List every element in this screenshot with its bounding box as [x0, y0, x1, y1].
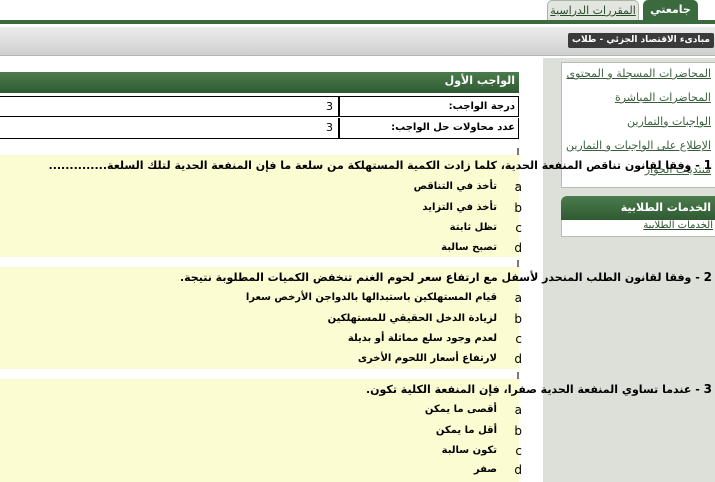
option-letter: d [514, 352, 522, 366]
question-separator [0, 148, 519, 155]
question-text-3: 3 - عندما تساوي المنفعة الحدية صفرا، فإن… [366, 382, 712, 396]
attempts-label: عدد محاولات حل الواجب: [391, 122, 515, 133]
option-2b[interactable]: لزيادة الدخل الحقيقي للمستهلكين [328, 313, 497, 324]
option-letter: a [514, 403, 522, 417]
question-number: 2 [703, 270, 712, 284]
question-text: - وفقا لقانون الطلب المنحدر لأسفل مع ارت… [179, 271, 700, 284]
option-letter: c [515, 332, 522, 346]
tab-my-university[interactable]: جامعتي [643, 0, 698, 20]
student-services-link[interactable]: الخدمات الطلابية [643, 220, 713, 231]
grade-row: درجة الواجب: 3 [0, 96, 519, 117]
option-letter: a [514, 291, 522, 305]
row-divider [338, 118, 340, 138]
question-text-2: 2 - وفقا لقانون الطلب المنحدر لأسفل مع ا… [180, 270, 712, 284]
option-1b[interactable]: تأخذ في التزايد [422, 202, 497, 213]
option-1a[interactable]: تأخذ في التناقص [414, 181, 497, 192]
sidebar-item-recorded-lectures[interactable]: المحاضرات المسجلة و المحتوى [566, 67, 711, 80]
row-border [518, 118, 519, 138]
breadcrumb[interactable]: مبادىء الاقتصاد الجزئي - طلاب [568, 33, 714, 48]
grade-label: درجة الواجب: [448, 101, 515, 112]
question-separator [0, 372, 519, 379]
separator-mark [517, 372, 519, 379]
separator-mark [517, 260, 519, 267]
option-letter: b [514, 312, 522, 326]
option-letter: b [514, 424, 522, 438]
option-2a[interactable]: قيام المستهلكين باستبدالها بالدواجن الأر… [246, 292, 497, 303]
option-letter: c [515, 221, 522, 235]
grade-value: 3 [326, 100, 333, 113]
option-1c[interactable]: تظل ثابتة [450, 222, 497, 233]
sidebar-item-view-assignments[interactable]: الإطلاع على الواجبات و التمارين [566, 139, 711, 152]
row-divider [338, 97, 340, 116]
question-text-1: 1 - وفقا لقانون تناقص المنفعة الحدية، كل… [49, 158, 712, 172]
assignment-title: الواجب الأول [444, 74, 515, 87]
option-3a[interactable]: أقصى ما يمكن [425, 404, 497, 415]
question-number: 3 [703, 382, 712, 396]
option-dash: - [515, 180, 519, 191]
attempts-value: 3 [326, 121, 333, 134]
option-3b[interactable]: أقل ما يمكن [436, 425, 497, 436]
option-3d[interactable]: صفر [474, 464, 497, 475]
sidebar-item-assignments[interactable]: الواجبات والتمارين [627, 115, 711, 128]
option-3c[interactable]: تكون سالبة [442, 445, 497, 456]
tab-courses[interactable]: المقررات الدراسية [547, 0, 639, 20]
question-separator [0, 260, 519, 267]
sidebar-item-live-lectures[interactable]: المحاضرات المباشرة [615, 91, 711, 104]
option-letter: b [514, 201, 522, 215]
option-1d[interactable]: تصبح سالبة [441, 242, 497, 253]
question-number: 1 [703, 158, 712, 172]
option-letter: c [515, 444, 522, 458]
option-letter: d [514, 463, 522, 477]
option-letter: d [514, 241, 522, 255]
option-2c[interactable]: لعدم وجود سلع مماثلة أو بديلة [348, 333, 497, 344]
question-text: - وفقا لقانون تناقص المنفعة الحدية، كلما… [48, 159, 700, 172]
assignment-title-bar [0, 72, 519, 93]
student-services-header: الخدمات الطلابية [561, 196, 715, 220]
question-text: - عندما تساوي المنفعة الحدية صفرا، فإن ا… [365, 383, 700, 396]
row-border [518, 97, 519, 116]
separator-mark [517, 148, 519, 155]
option-2d[interactable]: لارتفاع أسعار اللحوم الأخرى [358, 353, 497, 364]
attempts-row: عدد محاولات حل الواجب: 3 [0, 118, 519, 139]
